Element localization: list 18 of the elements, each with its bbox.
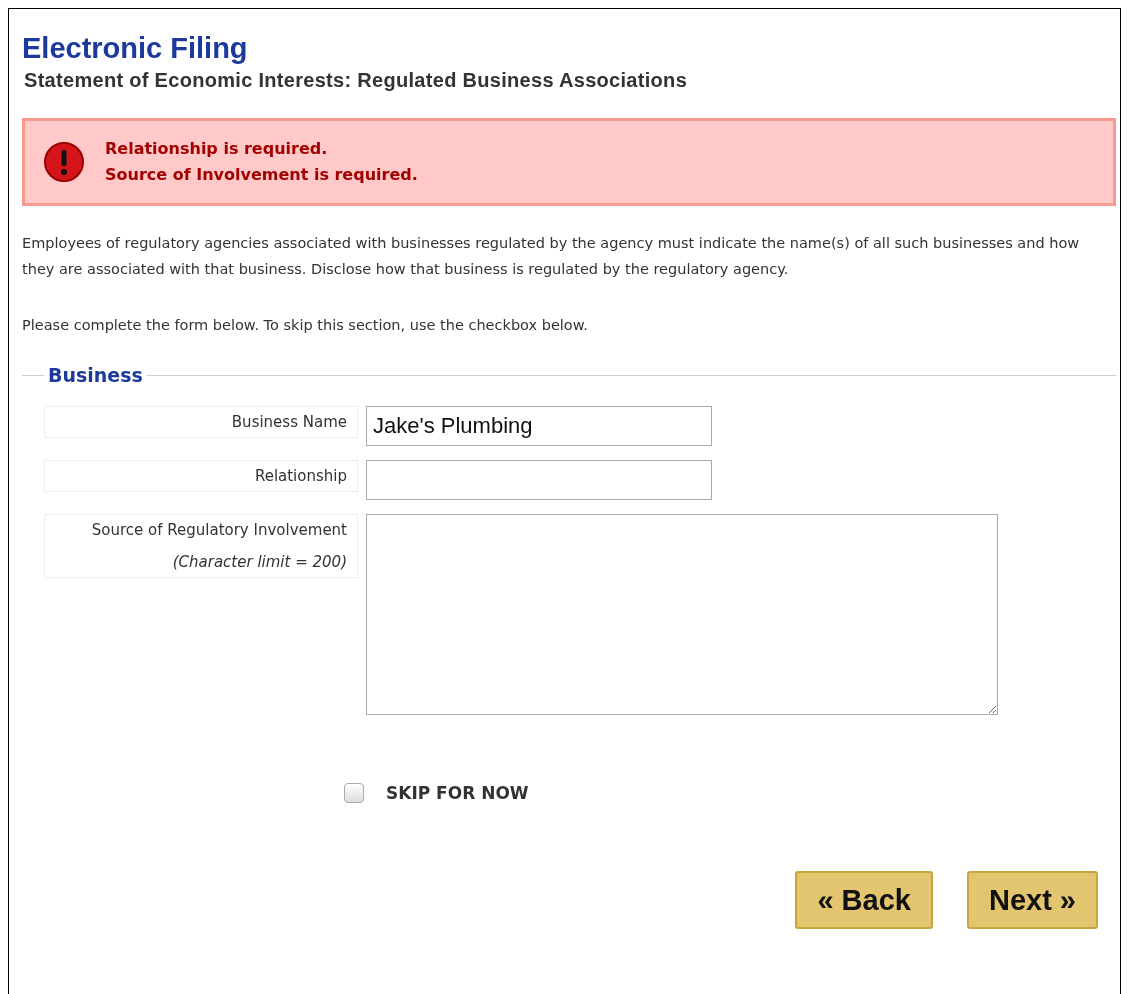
warning-icon (43, 141, 85, 183)
instruction-text: Please complete the form below. To skip this section, use the checkbox below. (22, 316, 589, 335)
error-message: Source of Involvement is required. (105, 164, 418, 186)
field-label: Relationship (44, 460, 358, 492)
section-legend: Business (44, 364, 147, 386)
nav-button[interactable]: « Back (795, 871, 933, 929)
nav-button[interactable]: Next » (966, 871, 1098, 929)
error-message: Relationship is required. (105, 138, 329, 160)
text-field[interactable]: Jake's Plumbing (366, 406, 712, 446)
page-subtitle: Statement of Economic Interests: Regulated Business Associations (24, 69, 689, 92)
text-field[interactable] (366, 460, 712, 500)
checkbox-label: SKIP FOR NOW (386, 783, 529, 803)
field-label: Source of Regulatory Involvement (90, 521, 347, 539)
field-label: Business Name (44, 406, 358, 438)
instruction-text: Employees of regulatory agencies associated with businesses regulated by the agency must indicate the name(s) of all such businesses and how they are associated with that business. Disclose how that business is regulated by the regulatory agency. (22, 234, 1081, 279)
page-title: Electronic Filing (22, 31, 249, 65)
character-limit-note: (Character limit = 200) (171, 553, 347, 571)
skip-checkbox[interactable] (344, 783, 364, 803)
